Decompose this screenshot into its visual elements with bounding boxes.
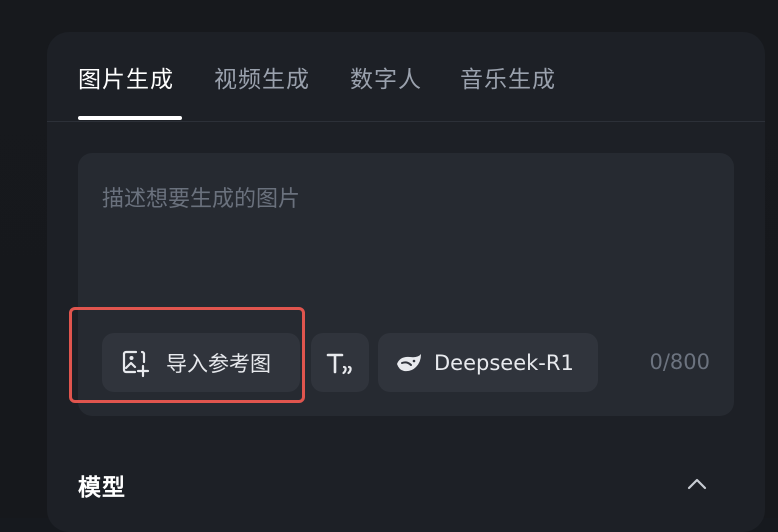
text-format-icon: [325, 348, 355, 378]
active-tab-indicator: [78, 116, 182, 120]
character-counter: 0/800: [649, 350, 710, 374]
tab-bar: 图片生成 视频生成 数字人 音乐生成: [47, 32, 765, 122]
tab-music-generation[interactable]: 音乐生成: [460, 60, 556, 94]
model-section-collapse-button[interactable]: [683, 470, 711, 498]
image-add-icon: [120, 348, 150, 378]
model-section-title: 模型: [78, 475, 126, 501]
text-format-button[interactable]: [311, 333, 369, 392]
tab-image-generation[interactable]: 图片生成: [78, 60, 174, 94]
tab-video-generation[interactable]: 视频生成: [214, 60, 310, 94]
prompt-box: 导入参考图 Deepseek-R1 0/800: [78, 153, 734, 416]
model-select-chip[interactable]: Deepseek-R1: [378, 333, 598, 392]
chevron-up-icon: [687, 475, 707, 494]
deepseek-whale-icon: [394, 348, 424, 378]
tab-digital-human[interactable]: 数字人: [350, 60, 422, 94]
import-reference-button[interactable]: 导入参考图: [102, 333, 300, 392]
import-reference-label: 导入参考图: [166, 351, 271, 376]
model-chip-label: Deepseek-R1: [434, 350, 574, 375]
generation-panel: 图片生成 视频生成 数字人 音乐生成 导入参考图: [47, 32, 765, 532]
prompt-input[interactable]: [102, 181, 702, 301]
